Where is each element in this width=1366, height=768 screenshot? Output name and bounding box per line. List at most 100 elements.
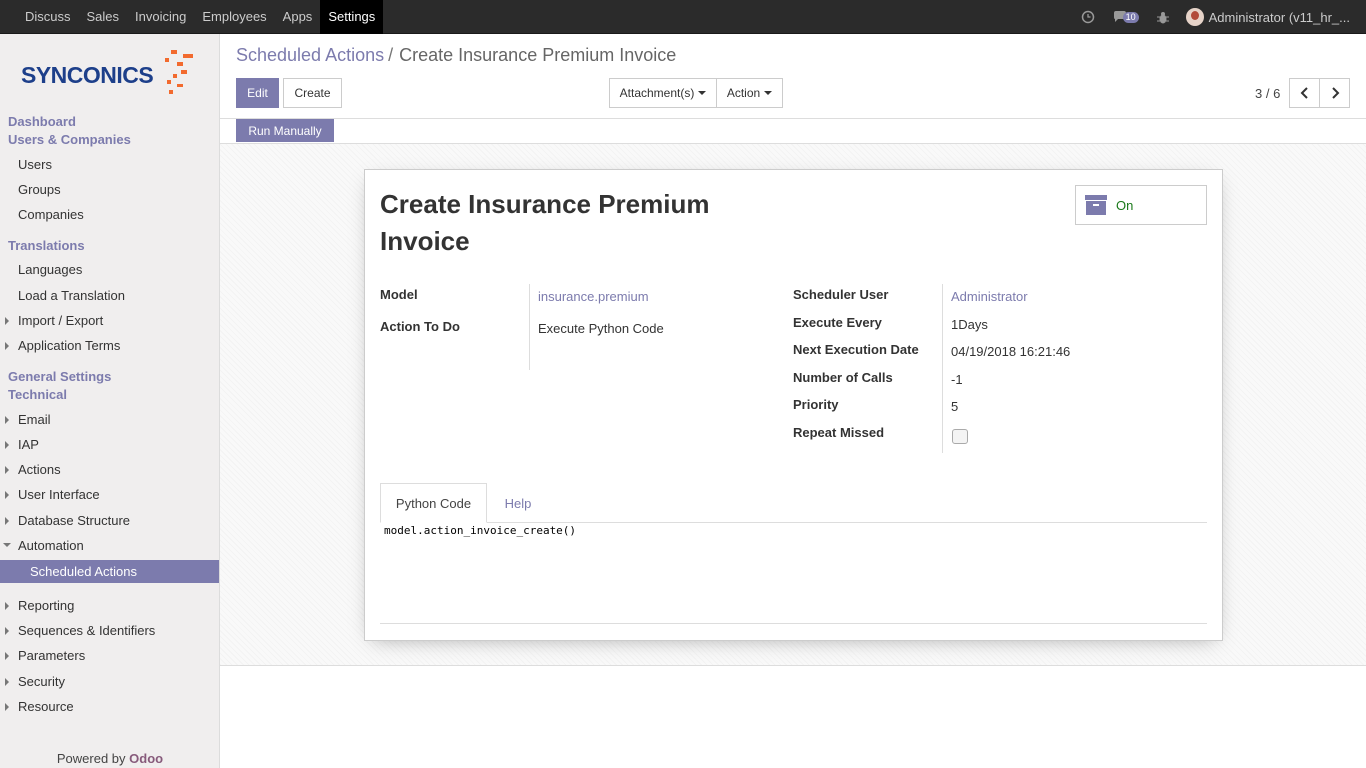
breadcrumb-separator: / [388,45,394,65]
tab-python-code[interactable]: Python Code [380,483,487,523]
caret-right-icon [5,703,9,711]
caret-right-icon [5,602,9,610]
breadcrumb-parent[interactable]: Scheduled Actions [236,45,384,65]
pager-next-button[interactable] [1319,78,1350,108]
logo-text: SYNCONICS [21,62,154,88]
menu-discuss[interactable]: Discuss [17,0,79,34]
execute-every-value: 1Days [951,317,988,332]
bug-icon[interactable] [1156,11,1169,24]
archive-icon [1085,195,1107,215]
nav-database-structure[interactable]: Database Structure [18,513,130,528]
number-of-calls-label: Number of Calls [793,370,893,385]
chat-icon[interactable]: 10 [1113,11,1139,23]
nav-parameters[interactable]: Parameters [18,648,85,663]
avatar [1185,8,1204,26]
attachments-label: Attachment(s) [619,86,695,100]
menu-settings[interactable]: Settings [320,0,384,34]
nav-load-translation[interactable]: Load a Translation [18,288,125,303]
menu-invoicing[interactable]: Invoicing [127,0,194,34]
caret-right-icon [5,466,9,474]
nav-user-interface[interactable]: User Interface [18,487,100,502]
nav-technical[interactable]: Technical [8,387,67,402]
action-label: Action [726,86,761,100]
repeat-missed-checkbox[interactable] [952,429,968,444]
caret-right-icon [5,441,9,449]
chat-badge: 10 [1122,11,1139,23]
nav-groups[interactable]: Groups [18,182,61,197]
nav-general-settings[interactable]: General Settings [8,369,111,384]
top-navbar: Discuss Sales Invoicing Employees Apps S… [0,0,1366,34]
caret-right-icon [5,652,9,660]
caret-down-icon [3,543,11,547]
tab-help[interactable]: Help [492,483,544,523]
nav-application-terms[interactable]: Application Terms [18,338,120,353]
nav-dashboard[interactable]: Dashboard [8,114,76,129]
action-to-do-label: Action To Do [380,319,460,334]
nav-actions[interactable]: Actions [18,462,61,477]
caret-down-icon [698,91,707,95]
field-separator [529,284,530,370]
field-separator [942,284,943,453]
model-value[interactable]: insurance.premium [538,289,649,304]
powered-by: Powered by Odoo [0,751,220,766]
nav-email[interactable]: Email [18,412,51,427]
caret-right-icon [5,416,9,424]
menu-sales[interactable]: Sales [79,0,128,34]
scheduler-user-label: Scheduler User [793,287,889,302]
powered-by-text: Powered by [56,751,126,766]
caret-right-icon [5,678,9,686]
form-statusbar [220,119,1366,144]
pager-previous-button[interactable] [1289,78,1320,108]
nav-languages[interactable]: Languages [18,262,82,277]
next-execution-value: 04/19/2018 16:21:46 [951,344,1071,359]
priority-label: Priority [793,397,839,412]
nav-automation[interactable]: Automation [18,538,84,553]
caret-down-icon [764,91,773,95]
edit-button[interactable]: Edit [236,78,279,108]
nav-translations[interactable]: Translations [8,238,85,253]
active-status-label: On [1116,197,1134,213]
nav-resource[interactable]: Resource [18,699,74,714]
nav-sequences[interactable]: Sequences & Identifiers [18,623,155,638]
caret-right-icon [5,317,9,325]
logo-mark-icon [165,50,193,94]
clock-icon[interactable] [1081,10,1095,24]
run-manually-button[interactable]: Run Manually [236,119,334,142]
systray: 10 Administrator (v11_hr_... [1072,0,1366,34]
number-of-calls-value: -1 [951,372,963,387]
user-menu[interactable]: Administrator (v11_hr_... [1178,8,1366,26]
nav-users-companies[interactable]: Users & Companies [8,132,131,147]
nav-companies[interactable]: Companies [18,207,84,222]
python-code-editor[interactable]: model.action_invoice_create() [384,524,576,537]
repeat-missed-label: Repeat Missed [793,425,885,440]
action-to-do-value: Execute Python Code [538,321,664,336]
chevron-left-icon [1300,87,1308,99]
action-dropdown[interactable]: Action [716,78,783,108]
caret-right-icon [5,342,9,350]
nav-users[interactable]: Users [18,157,52,172]
company-logo: SYNCONICS [21,48,201,102]
active-toggle-button[interactable]: On [1075,185,1207,225]
attachments-dropdown[interactable]: Attachment(s) [609,78,717,108]
powered-by-brand[interactable]: Odoo [129,751,163,766]
nav-import-export[interactable]: Import / Export [18,313,103,328]
next-execution-label: Next Execution Date [793,342,919,357]
chevron-right-icon [1331,87,1339,99]
nav-security[interactable]: Security [18,674,65,689]
caret-right-icon [5,627,9,635]
menu-employees[interactable]: Employees [194,0,274,34]
caret-right-icon [5,517,9,525]
nav-iap[interactable]: IAP [18,437,39,452]
menu-apps[interactable]: Apps [275,0,321,34]
scheduler-user-value[interactable]: Administrator [951,289,1028,304]
nav-scheduled-actions[interactable]: Scheduled Actions [0,560,219,583]
app-menu: Discuss Sales Invoicing Employees Apps S… [17,0,384,34]
user-name: Administrator (v11_hr_... [1208,9,1350,25]
create-button[interactable]: Create [283,78,342,108]
nav-reporting[interactable]: Reporting [18,598,74,613]
caret-right-icon [5,491,9,499]
code-bottom-border [380,623,1207,624]
breadcrumb-current: Create Insurance Premium Invoice [399,45,677,65]
model-label: Model [380,287,418,302]
record-title: Create Insurance Premium Invoice [380,189,710,256]
